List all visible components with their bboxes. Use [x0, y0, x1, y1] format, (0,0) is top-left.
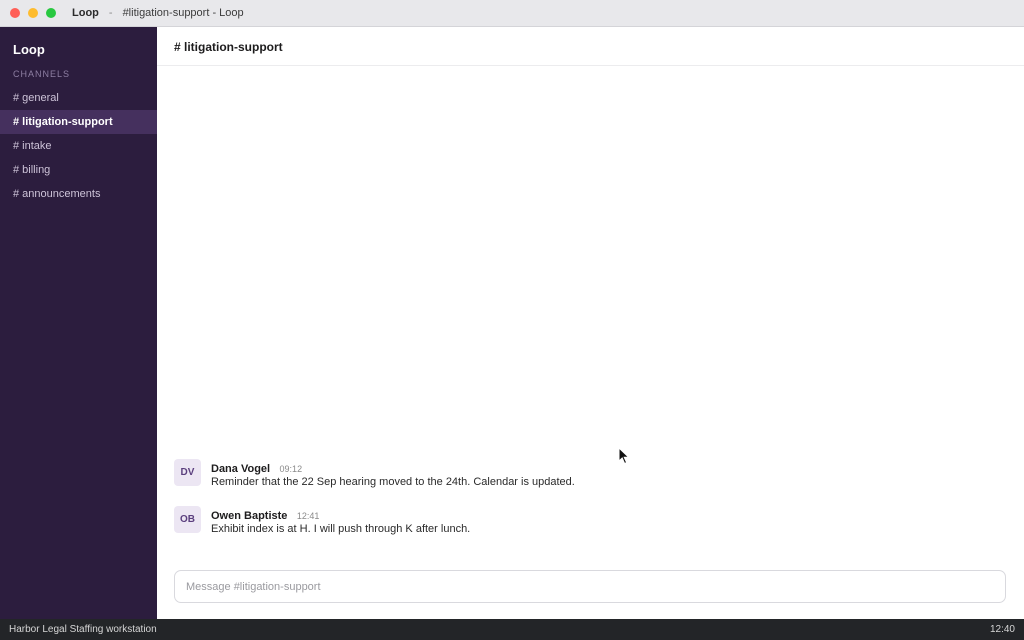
title-separator: - — [108, 7, 113, 19]
message-header: Owen Baptiste 12:41 — [211, 506, 319, 524]
sidebar-item-billing[interactable]: # billing — [0, 158, 157, 182]
mouse-pointer-icon — [618, 447, 630, 465]
message-text: Reminder that the 22 Sep hearing moved t… — [211, 476, 575, 488]
minimize-window-icon[interactable] — [28, 8, 38, 18]
window-controls — [10, 8, 56, 18]
message-author[interactable]: Owen Baptiste — [211, 510, 287, 522]
title-bar: Loop - #litigation-support - Loop — [0, 0, 1024, 27]
window-title: #litigation-support - Loop — [122, 7, 244, 19]
app-name: Loop — [72, 7, 99, 19]
message-time[interactable]: 09:12 — [280, 464, 303, 474]
main-panel: # litigation-support DV Dana Vogel 09:12… — [157, 27, 1024, 619]
message-header: Dana Vogel 09:12 — [211, 459, 302, 477]
sidebar-item-general[interactable]: # general — [0, 86, 157, 110]
channels-section-label: CHANNELS — [13, 69, 71, 79]
status-bar: Harbor Legal Staffing workstation 12:40 — [0, 619, 1024, 640]
zoom-window-icon[interactable] — [46, 8, 56, 18]
avatar[interactable]: DV — [174, 459, 201, 486]
clock: 12:40 — [989, 624, 1015, 635]
avatar[interactable]: OB — [174, 506, 201, 533]
channel-list: # general # litigation-support # intake … — [0, 86, 157, 206]
channel-header: # litigation-support — [157, 27, 1024, 66]
sidebar-item-announcements[interactable]: # announcements — [0, 182, 157, 206]
sidebar-item-litigation-support[interactable]: # litigation-support — [0, 110, 157, 134]
message-text: Exhibit index is at H. I will push throu… — [211, 523, 471, 535]
workstation-label: Harbor Legal Staffing workstation — [9, 624, 157, 635]
close-window-icon[interactable] — [10, 8, 20, 18]
sidebar-item-intake[interactable]: # intake — [0, 134, 157, 158]
message-time[interactable]: 12:41 — [297, 511, 320, 521]
workspace-name[interactable]: Loop — [13, 42, 45, 57]
channel-title: # litigation-support — [174, 40, 283, 54]
message-author[interactable]: Dana Vogel — [211, 463, 270, 475]
sidebar: Loop CHANNELS # general # litigation-sup… — [0, 27, 157, 619]
message-input[interactable] — [174, 570, 1006, 603]
